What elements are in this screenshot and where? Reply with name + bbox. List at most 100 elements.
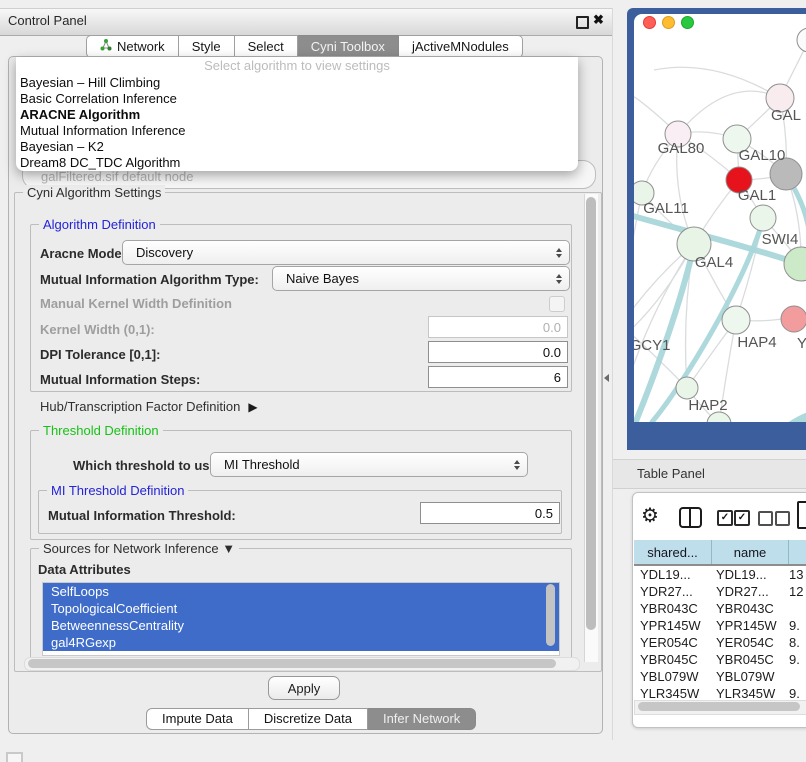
cell[interactable]: YER054C xyxy=(634,634,712,651)
table-row[interactable]: YPR145WYPR145W9. xyxy=(634,617,806,634)
apply-button-label: Apply xyxy=(288,681,321,696)
cell[interactable]: YBR045C xyxy=(712,651,789,668)
cell[interactable]: 13 xyxy=(789,566,806,583)
cell[interactable]: 12 xyxy=(789,583,806,600)
cell[interactable]: YDR27... xyxy=(712,583,789,600)
settings-scrollbar-thumb[interactable] xyxy=(586,197,596,630)
divider-collapse-arrow-icon[interactable] xyxy=(604,374,609,382)
mi-algorithm-type-select[interactable]: Naive Bayes xyxy=(272,266,570,291)
node-label: GAL4 xyxy=(695,254,733,271)
dropdown-item[interactable]: Basic Correlation Inference xyxy=(16,91,578,107)
cell[interactable]: YER054C xyxy=(712,634,789,651)
float-window-icon[interactable] xyxy=(576,16,589,29)
collapse-icon: ▼ xyxy=(222,541,235,556)
column-header-shared-name[interactable]: shared... xyxy=(634,540,712,564)
cyni-settings-title: Cyni Algorithm Settings xyxy=(23,185,165,200)
node-hap2[interactable] xyxy=(676,377,698,399)
gear-icon[interactable]: ⚙ xyxy=(641,503,659,528)
node-swi4[interactable] xyxy=(750,205,776,231)
column-header-partial[interactable] xyxy=(789,540,806,564)
sources-title-wrap[interactable]: Sources for Network Inference ▼ xyxy=(39,541,239,556)
list-item[interactable]: gal4RGexp xyxy=(43,634,559,651)
document-icon[interactable] xyxy=(797,501,806,529)
node-large-green[interactable] xyxy=(784,247,806,281)
table-row[interactable]: YBL079WYBL079W xyxy=(634,668,806,685)
tab-network[interactable]: Network xyxy=(86,35,179,58)
table-row[interactable]: YBR043CYBR043C xyxy=(634,600,806,617)
cell[interactable]: YBL079W xyxy=(712,668,789,685)
cell[interactable] xyxy=(789,600,806,617)
data-attributes-label: Data Attributes xyxy=(38,562,131,577)
dpi-tolerance-field[interactable]: 0.0 xyxy=(428,341,568,363)
node[interactable] xyxy=(797,28,806,52)
dropdown-item[interactable]: Mutual Information Inference xyxy=(16,123,578,139)
tab-impute-data-label: Impute Data xyxy=(162,711,233,726)
list-item[interactable]: BetweennessCentrality xyxy=(43,617,559,634)
list-scrollbar-thumb[interactable] xyxy=(546,584,555,646)
checked-checkbox-icon[interactable]: ✓ xyxy=(717,510,733,526)
dropdown-item[interactable]: Bayesian – Hill Climbing xyxy=(16,75,578,91)
network-canvas[interactable]: GAL GAL80 GAL10 GAL1 SWI4 GAL11 GAL4 GCY… xyxy=(634,14,806,422)
cell[interactable] xyxy=(789,668,806,685)
apply-button[interactable]: Apply xyxy=(268,676,340,700)
cell[interactable]: YBR043C xyxy=(712,600,789,617)
dropdown-item-selected[interactable]: ARACNE Algorithm xyxy=(16,107,578,123)
dpi-tolerance-label: DPI Tolerance [0,1]: xyxy=(40,347,160,362)
data-attributes-list: SelfLoops TopologicalCoefficient Between… xyxy=(42,582,560,656)
node-hap4[interactable] xyxy=(722,306,750,334)
tab-infer-network[interactable]: Infer Network xyxy=(368,708,476,730)
settings-hscrollbar-thumb[interactable] xyxy=(28,659,556,668)
node-label: GAL80 xyxy=(658,140,705,157)
list-item[interactable]: TopologicalCoefficient xyxy=(43,600,559,617)
table-header-row: shared... name xyxy=(634,540,806,566)
tab-cyni-toolbox-label: Cyni Toolbox xyxy=(311,36,385,57)
mi-threshold-field[interactable]: 0.5 xyxy=(420,502,560,524)
cell[interactable]: YDL19... xyxy=(712,566,789,583)
cell[interactable]: YPR145W xyxy=(712,617,789,634)
tab-cyni-toolbox[interactable]: Cyni Toolbox xyxy=(298,35,399,58)
cell[interactable]: 9. xyxy=(789,651,806,668)
table-row[interactable]: YBR045CYBR045C9. xyxy=(634,651,806,668)
cell[interactable]: YBR043C xyxy=(634,600,712,617)
cell[interactable]: YDL19... xyxy=(634,566,712,583)
mi-steps-field[interactable]: 6 xyxy=(428,366,568,388)
cell[interactable]: 8. xyxy=(789,634,806,651)
mi-algorithm-type-value: Naive Bayes xyxy=(286,271,359,286)
mac-close-button[interactable] xyxy=(643,16,656,29)
tab-jactivemnodules[interactable]: jActiveMNodules xyxy=(399,35,523,58)
which-threshold-value: MI Threshold xyxy=(224,457,300,472)
tab-discretize-data[interactable]: Discretize Data xyxy=(249,708,368,730)
tab-network-label: Network xyxy=(117,36,165,57)
table-hscrollbar-thumb[interactable] xyxy=(638,702,800,711)
unchecked-checkbox-icon[interactable] xyxy=(775,511,790,526)
table-row[interactable]: YER054CYER054C8. xyxy=(634,634,806,651)
minimized-panel-icon[interactable] xyxy=(6,752,23,762)
cell[interactable]: 9. xyxy=(789,617,806,634)
table-row[interactable]: YDR27...YDR27...12 xyxy=(634,583,806,600)
panel-divider[interactable] xyxy=(612,8,613,740)
which-threshold-select[interactable]: MI Threshold xyxy=(210,452,528,477)
cell[interactable]: YBR045C xyxy=(634,651,712,668)
mac-zoom-button[interactable] xyxy=(681,16,694,29)
unchecked-checkbox-icon[interactable] xyxy=(758,511,773,526)
table-body: YDL19...YDL19...13 YDR27...YDR27...12 YB… xyxy=(634,566,806,712)
mac-minimize-button[interactable] xyxy=(662,16,675,29)
node-label: GAL xyxy=(771,107,801,124)
column-header-name[interactable]: name xyxy=(712,540,789,564)
dropdown-item[interactable]: Bayesian – K2 xyxy=(16,139,578,155)
close-icon[interactable]: ✖ xyxy=(593,12,604,28)
split-columns-icon[interactable] xyxy=(679,507,702,528)
cell[interactable]: YPR145W xyxy=(634,617,712,634)
aracne-mode-select[interactable]: Discovery xyxy=(122,240,570,265)
cell[interactable]: YBL079W xyxy=(634,668,712,685)
hub-definition-toggle[interactable]: Hub/Transcription Factor Definition▶ xyxy=(40,399,258,414)
list-item[interactable]: SelfLoops xyxy=(43,583,559,600)
checked-checkbox-icon[interactable]: ✓ xyxy=(734,510,750,526)
node-salmon[interactable] xyxy=(781,306,806,332)
cell[interactable]: YDR27... xyxy=(634,583,712,600)
table-row[interactable]: YDL19...YDL19...13 xyxy=(634,566,806,583)
tab-impute-data[interactable]: Impute Data xyxy=(146,708,249,730)
tab-style[interactable]: Style xyxy=(179,35,235,58)
dropdown-item[interactable]: Dream8 DC_TDC Algorithm xyxy=(16,155,578,171)
tab-select[interactable]: Select xyxy=(235,35,298,58)
